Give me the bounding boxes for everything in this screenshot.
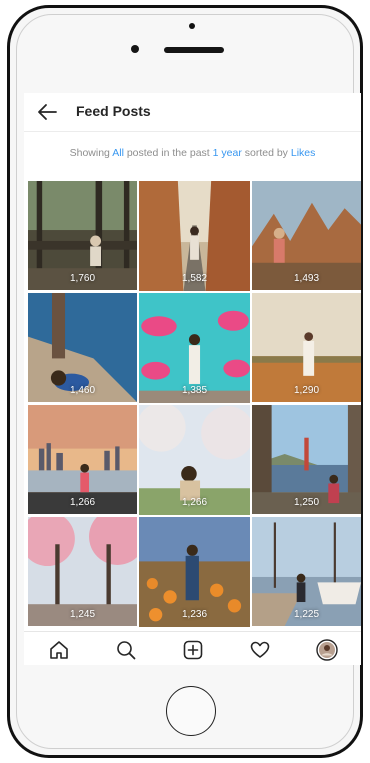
post-tile[interactable]: 1,236	[139, 517, 250, 627]
header: Feed Posts	[24, 93, 361, 131]
post-tile[interactable]: 1,582	[139, 181, 250, 291]
front-sensor	[189, 23, 195, 29]
add-post-icon[interactable]	[182, 639, 204, 661]
post-tile[interactable]: 1,460	[28, 293, 137, 403]
like-count: 1,225	[293, 609, 320, 620]
like-count: 1,250	[293, 497, 320, 508]
post-tile[interactable]: 1,266	[139, 405, 250, 515]
app-screen: Feed Posts Showing All posted in the pas…	[24, 93, 361, 665]
filter-middle: posted in the past	[123, 147, 213, 159]
post-tile[interactable]: 1,225	[252, 517, 361, 627]
profile-avatar-icon[interactable]	[316, 639, 338, 661]
like-count: 1,236	[181, 609, 208, 620]
earpiece-speaker	[164, 47, 224, 53]
like-count: 1,582	[181, 273, 208, 284]
post-tile[interactable]: 1,250	[252, 405, 361, 515]
header-divider	[24, 131, 361, 132]
filter-prefix: Showing	[69, 147, 113, 159]
home-button[interactable]	[166, 686, 216, 736]
back-arrow-icon[interactable]	[36, 102, 58, 122]
post-tile[interactable]: 1,760	[28, 181, 137, 291]
like-count: 1,385	[181, 385, 208, 396]
page-title: Feed Posts	[76, 103, 151, 119]
posts-grid: 1,760 1,582 1,493 1,460 1,385 1,290 1,26…	[28, 181, 361, 628]
post-tile[interactable]: 1,290	[252, 293, 361, 403]
post-tile[interactable]: 1,493	[252, 181, 361, 291]
filter-summary: Showing All posted in the past 1 year so…	[24, 147, 361, 159]
front-camera	[131, 45, 139, 53]
like-count: 1,460	[69, 385, 96, 396]
post-tile[interactable]: 1,385	[139, 293, 250, 403]
like-count: 1,266	[69, 497, 96, 508]
like-count: 1,493	[293, 273, 320, 284]
like-count: 1,290	[293, 385, 320, 396]
search-icon[interactable]	[115, 639, 137, 661]
like-count: 1,266	[181, 497, 208, 508]
filter-period-link[interactable]: 1 year	[213, 147, 242, 159]
filter-sort-prefix: sorted by	[241, 147, 291, 159]
post-tile[interactable]: 1,266	[28, 405, 137, 515]
post-tile[interactable]: 1,245	[28, 517, 137, 627]
like-count: 1,760	[69, 273, 96, 284]
home-icon[interactable]	[48, 639, 70, 661]
filter-sort-link[interactable]: Likes	[291, 147, 316, 159]
like-count: 1,245	[69, 609, 96, 620]
bottom-tab-bar	[24, 631, 361, 665]
filter-scope-link[interactable]: All	[112, 147, 124, 159]
heart-icon[interactable]	[249, 639, 271, 661]
